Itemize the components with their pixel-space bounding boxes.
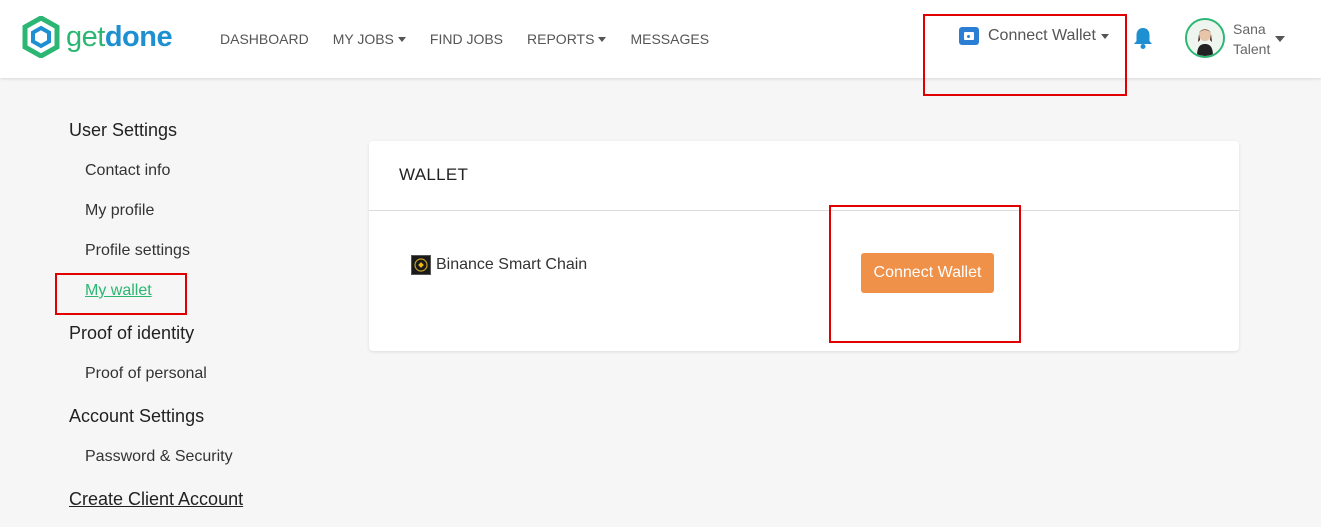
logo-hexagon-icon (22, 16, 60, 58)
connect-wallet-button[interactable]: Connect Wallet (861, 253, 994, 293)
main-nav: DASHBOARD MY JOBS FIND JOBS REPORTS MESS… (220, 0, 733, 78)
user-settings-heading: User Settings (69, 120, 178, 140)
chain-name: Binance Smart Chain (436, 256, 588, 273)
sidebar-item-proof-of-personal[interactable]: Proof of personal (85, 365, 207, 383)
nav-messages[interactable]: MESSAGES (630, 31, 709, 47)
connect-wallet-dropdown[interactable]: Connect Wallet (959, 27, 1109, 45)
sidebar-item-my-wallet[interactable]: My wallet (85, 282, 152, 300)
avatar[interactable] (1185, 18, 1225, 58)
sidebar-item-profile-settings[interactable]: Profile settings (85, 242, 190, 260)
binance-icon (411, 255, 431, 275)
account-settings-heading: Account Settings (69, 406, 205, 426)
nav-reports[interactable]: REPORTS (527, 31, 607, 47)
binance-chain-row: Binance Smart Chain (411, 255, 587, 275)
nav-dashboard[interactable]: DASHBOARD (220, 31, 309, 47)
chevron-down-icon (1100, 33, 1109, 39)
user-role: Talent (1233, 41, 1271, 57)
sidebar-item-my-profile[interactable]: My profile (85, 202, 154, 220)
proof-of-identity-heading: Proof of identity (69, 323, 195, 343)
wallet-icon (959, 27, 979, 45)
nav-my-jobs[interactable]: MY JOBS (333, 31, 406, 47)
logo-wordmark: getdone (66, 20, 173, 53)
user-name-role[interactable]: Sana Talent (1233, 19, 1270, 59)
wallet-card: WALLET Binance Smart Chain Connect Walle… (369, 141, 1239, 351)
chevron-down-icon (397, 36, 406, 42)
sidebar-item-password-security[interactable]: Password & Security (85, 448, 233, 466)
nav-find-jobs[interactable]: FIND JOBS (430, 31, 503, 47)
wallet-card-title: WALLET (399, 165, 469, 184)
top-navbar: getdone DASHBOARD MY JOBS FIND JOBS REPO… (0, 0, 1321, 78)
create-client-account-link[interactable]: Create Client Account (69, 489, 243, 510)
chevron-down-icon[interactable] (1275, 36, 1285, 42)
bell-icon[interactable] (1132, 26, 1154, 50)
connect-wallet-label: Connect Wallet (988, 27, 1096, 44)
user-avatar-image (1187, 20, 1223, 56)
user-first-name: Sana (1233, 21, 1266, 37)
sidebar-item-contact-info[interactable]: Contact info (85, 162, 170, 180)
chevron-down-icon (598, 36, 607, 42)
getdone-logo[interactable]: getdone (22, 16, 173, 58)
card-divider (369, 210, 1239, 211)
